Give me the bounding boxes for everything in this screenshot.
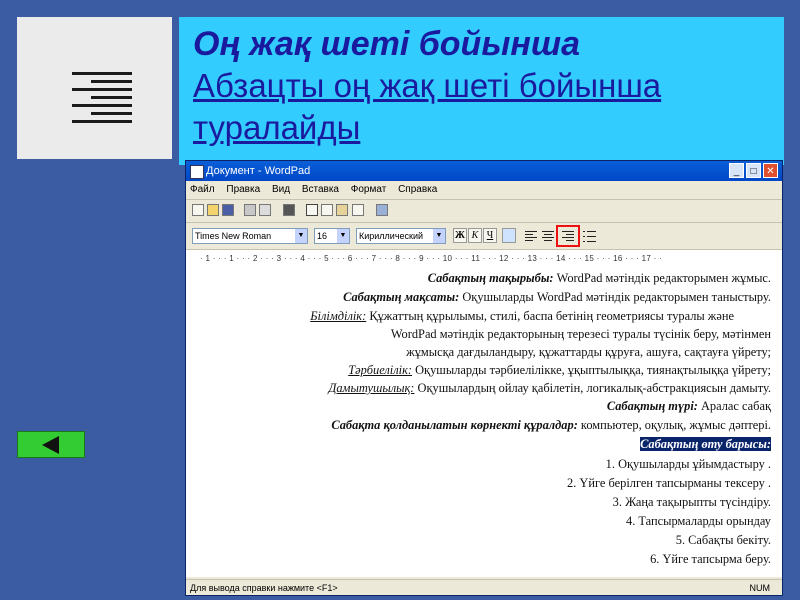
- minimize-button[interactable]: _: [729, 163, 744, 178]
- print-preview-icon[interactable]: [259, 204, 271, 216]
- new-document-icon[interactable]: [192, 204, 204, 216]
- maximize-button[interactable]: □: [746, 163, 761, 178]
- list-item: 3. Жаңа тақырыпты түсіндіру.: [612, 495, 771, 509]
- close-button[interactable]: ✕: [763, 163, 778, 178]
- menu-help[interactable]: Справка: [398, 184, 437, 195]
- paste-icon[interactable]: [336, 204, 348, 216]
- doc-line: Сабақтың тақырыбы: WordPad мәтіндік реда…: [427, 271, 771, 285]
- font-name-value: Times New Roman: [195, 231, 272, 241]
- doc-line-selected: Сабақтың өту барысы:: [640, 437, 771, 451]
- menu-edit[interactable]: Правка: [226, 184, 260, 195]
- print-icon[interactable]: [244, 204, 256, 216]
- align-left-icon[interactable]: [524, 229, 538, 243]
- arrow-left-icon: [42, 436, 59, 454]
- back-button[interactable]: [17, 431, 85, 458]
- standard-toolbar: [186, 200, 782, 223]
- status-bar: Для вывода справки нажмите <F1> NUM: [186, 579, 782, 595]
- cut-scissors-icon[interactable]: [306, 204, 318, 216]
- menu-file[interactable]: Файл: [190, 184, 215, 195]
- slide-description: Абзацты оң жақ шеті бойынша туралайды: [193, 67, 662, 146]
- script-value: Кириллический: [359, 231, 424, 241]
- window-title: Документ - WordPad: [206, 165, 311, 177]
- document-area[interactable]: Сабақтың тақырыбы: WordPad мәтіндік реда…: [186, 267, 782, 577]
- align-right-icon[interactable]: [561, 229, 575, 243]
- bullets-icon[interactable]: [583, 229, 597, 243]
- font-size-combo[interactable]: 16 ▼: [314, 228, 350, 244]
- insert-object-icon[interactable]: [376, 204, 388, 216]
- chevron-down-icon: ▼: [295, 229, 307, 243]
- script-combo[interactable]: Кириллический ▼: [356, 228, 446, 244]
- menu-format[interactable]: Формат: [351, 184, 387, 195]
- doc-line: Дамытушылық: Оқушылардың ойлау қабілетін…: [328, 381, 771, 395]
- wordpad-window: Документ - WordPad _ □ ✕ Файл Правка Вид…: [185, 160, 783, 596]
- doc-line: Тәрбиелілік: Оқушыларды тәрбиелілікке, ұ…: [348, 363, 771, 377]
- list-item: 4. Тапсырмаларды орындау: [626, 514, 771, 528]
- doc-line: жұмысқа дағдыландыру, құжаттарды құруға,…: [406, 345, 771, 359]
- align-center-icon[interactable]: [541, 229, 555, 243]
- undo-icon[interactable]: [352, 204, 364, 216]
- save-icon[interactable]: [222, 204, 234, 216]
- num-lock-indicator: NUM: [749, 583, 771, 593]
- find-binoculars-icon[interactable]: [283, 204, 295, 216]
- menu-view[interactable]: Вид: [272, 184, 290, 195]
- open-folder-icon[interactable]: [207, 204, 219, 216]
- italic-button[interactable]: К: [468, 228, 482, 243]
- underline-button[interactable]: Ч: [483, 228, 497, 243]
- ruler-scale: · 1 · · · 1 · · · 2 · · · 3 · · · 4 · · …: [200, 254, 663, 263]
- doc-line: WordPad мәтіндік редакторының терезесі т…: [390, 327, 771, 341]
- color-palette-icon[interactable]: [502, 228, 516, 243]
- list-item: 1. Оқушыларды ұйымдастыру .: [605, 457, 771, 471]
- list-item: 5. Сабақты бекіту.: [675, 533, 771, 547]
- wordpad-app-icon: [190, 165, 204, 179]
- bold-button[interactable]: Ж: [453, 228, 467, 243]
- slide-heading: Оң жақ шеті бойынша: [193, 25, 581, 63]
- align-right-icon-panel: [17, 17, 172, 159]
- list-item: 2. Үйге берілген тапсырманы тексеру .: [567, 476, 771, 490]
- font-name-combo[interactable]: Times New Roman ▼: [192, 228, 308, 244]
- doc-line: Сабақта қолданылатын көрнекті құралдар: …: [331, 418, 771, 432]
- doc-line: Білімділік: Құжаттың құрылымы, стилі, ба…: [310, 309, 734, 323]
- list-item: 6. Үйге тапсырма беру.: [650, 552, 771, 566]
- doc-line: Сабақтың түрі: Аралас сабақ: [606, 399, 771, 413]
- window-titlebar: Документ - WordPad _ □ ✕: [186, 161, 782, 181]
- chevron-down-icon: ▼: [433, 229, 445, 243]
- doc-line: Сабақтың мақсаты: Оқушыларды WordPad мәт…: [343, 290, 771, 304]
- slide-title-box: Оң жақ шеті бойынша Абзацты оң жақ шеті …: [179, 17, 784, 165]
- status-hint: Для вывода справки нажмите <F1>: [190, 583, 338, 593]
- chevron-down-icon: ▼: [337, 229, 349, 243]
- copy-icon[interactable]: [321, 204, 333, 216]
- font-size-value: 16: [317, 231, 328, 241]
- menu-insert[interactable]: Вставка: [302, 184, 339, 195]
- format-toolbar: Times New Roman ▼ 16 ▼ Кириллический ▼ Ж…: [186, 223, 782, 250]
- menu-bar: Файл Правка Вид Вставка Формат Справка: [186, 181, 782, 200]
